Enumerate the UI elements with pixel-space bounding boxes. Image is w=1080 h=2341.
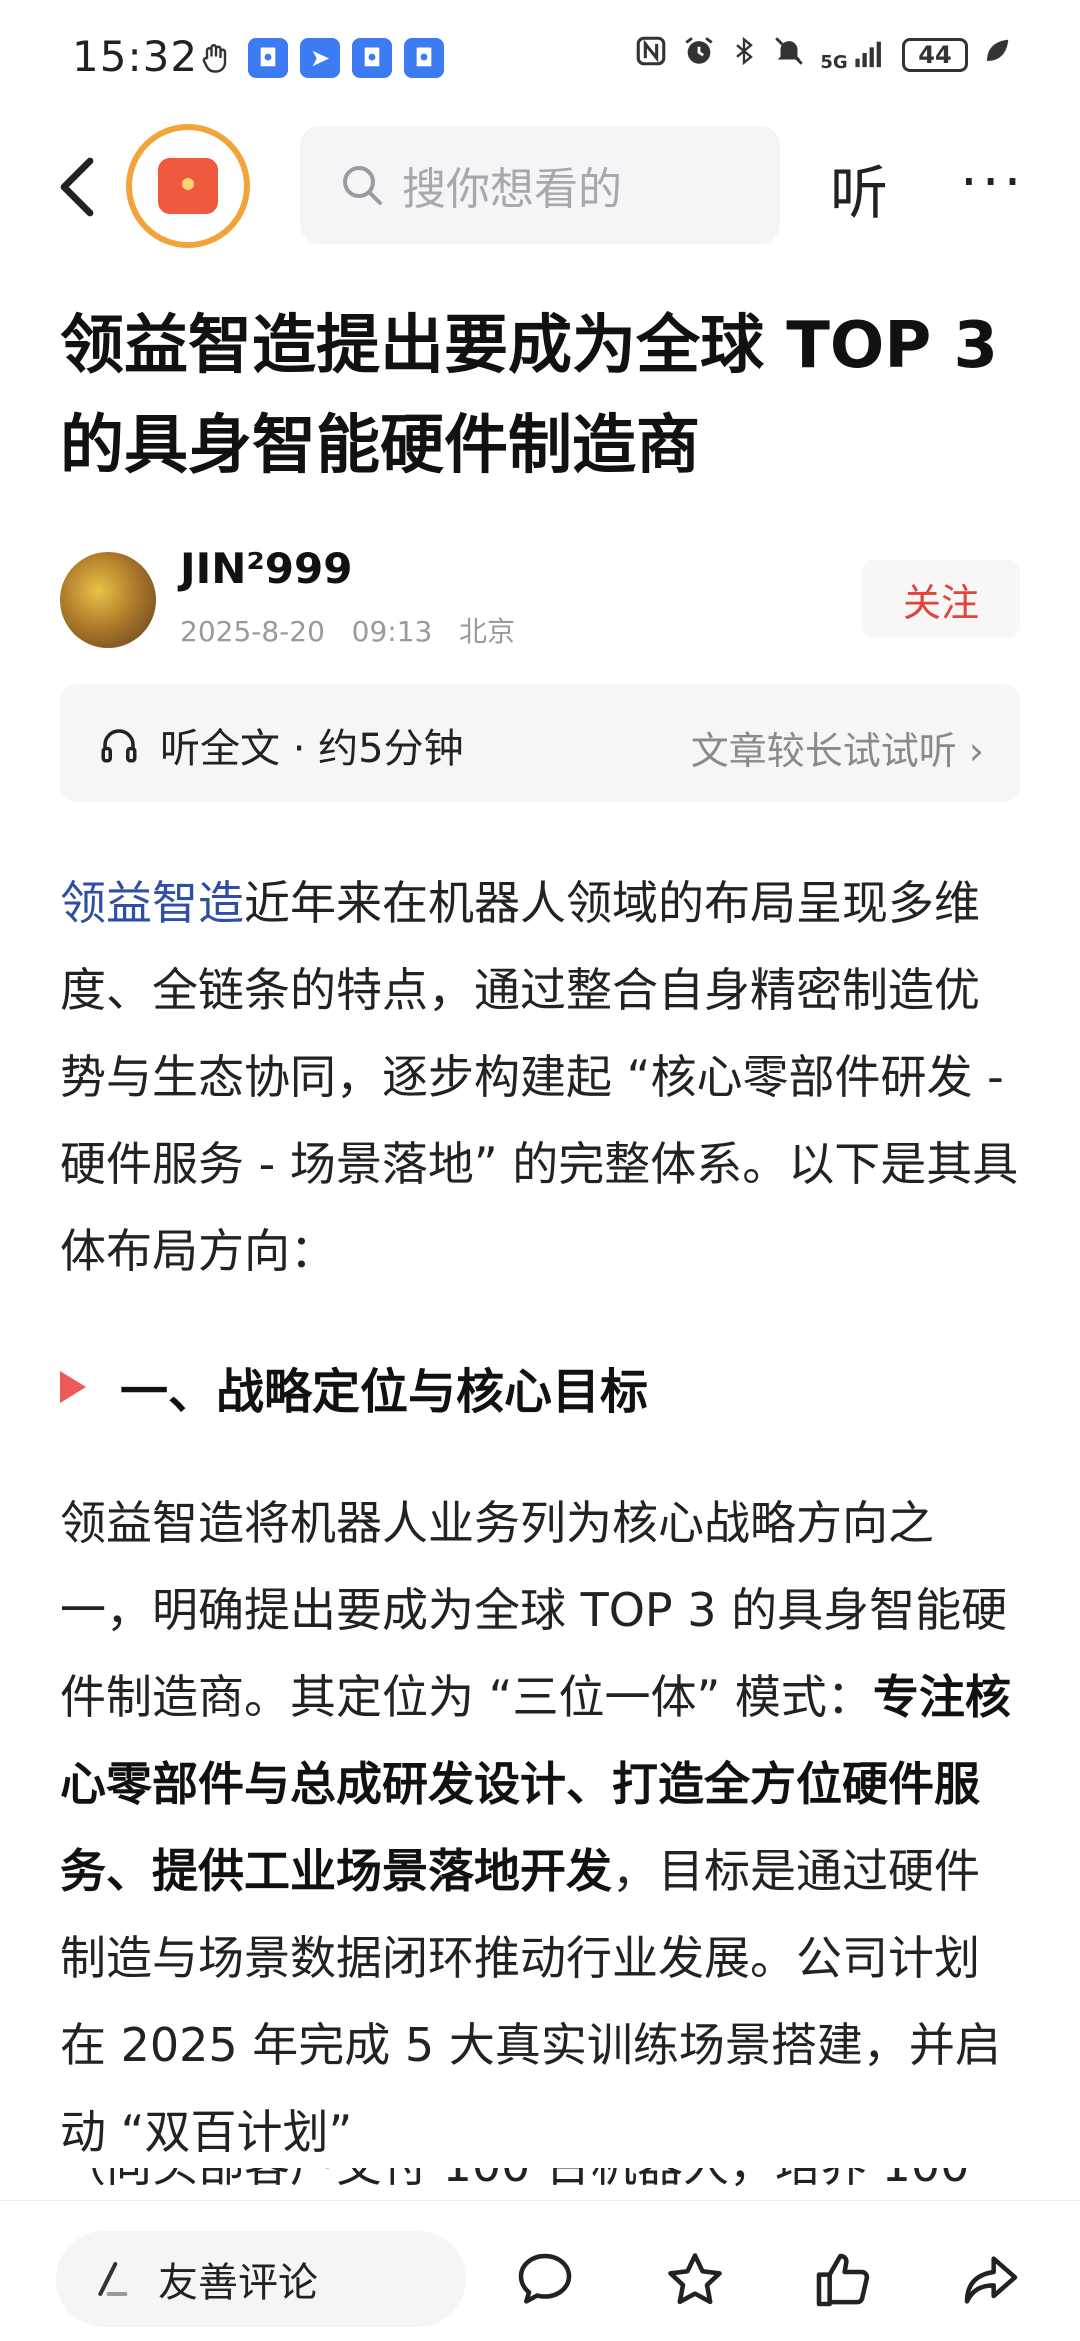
notification-icons: ◘ ➤ ◘ ◘ bbox=[196, 38, 444, 78]
hand-gesture-icon bbox=[196, 38, 236, 78]
section-title: 一、战略定位与核心目标 bbox=[120, 1364, 649, 1420]
favorite-button[interactable] bbox=[660, 2245, 730, 2315]
chevron-left-icon bbox=[60, 157, 94, 217]
bottom-action-bar: 友善评论 bbox=[0, 2200, 1080, 2341]
publish-location: 北京 bbox=[459, 615, 516, 648]
triangle-marker-icon bbox=[60, 1371, 86, 1403]
comment-input[interactable]: 友善评论 bbox=[56, 2231, 466, 2327]
signal-5g-icon: 5G bbox=[820, 38, 888, 72]
author-avatar[interactable] bbox=[60, 552, 156, 648]
section-heading: 一、战略定位与核心目标 bbox=[60, 1352, 648, 1422]
article-paragraph: 领益智造将机器人业务列为核心战略方向之一，明确提出要成为全球 TOP 3 的具身… bbox=[60, 1480, 1022, 2176]
comment-placeholder: 友善评论 bbox=[158, 2260, 318, 2306]
app-notification-icon: ◘ bbox=[248, 38, 288, 78]
comment-button[interactable] bbox=[510, 2245, 580, 2315]
publish-time: 09:13 bbox=[351, 615, 433, 648]
publish-meta: 2025-8-20 09:13 北京 bbox=[180, 610, 515, 650]
listen-full-text: 听全文 · 约5分钟 bbox=[98, 716, 464, 774]
author-name[interactable]: JIN²999 bbox=[180, 544, 352, 593]
share-button[interactable] bbox=[956, 2245, 1026, 2315]
top-nav: 搜你想看的 听 ··· bbox=[0, 120, 1080, 250]
thumbs-up-icon bbox=[816, 2253, 870, 2307]
search-icon bbox=[338, 160, 388, 210]
network-type: 5G bbox=[820, 52, 848, 73]
system-icons: 5G 44 bbox=[634, 34, 1012, 76]
paragraph-text: 领益智造将机器人业务列为核心战略方向之一，明确提出要成为全球 TOP 3 的具身… bbox=[60, 1496, 1008, 1724]
listen-full-text-bar[interactable]: 听全文 · 约5分钟 文章较长试试听 › bbox=[60, 684, 1020, 802]
listen-duration-label: 听全文 · 约5分钟 bbox=[160, 726, 464, 772]
listen-button[interactable]: 听 bbox=[830, 146, 888, 230]
alarm-icon bbox=[682, 34, 716, 76]
more-options-button[interactable]: ··· bbox=[960, 150, 1025, 215]
battery-level: 44 bbox=[918, 41, 952, 69]
battery-icon: 44 bbox=[902, 38, 968, 72]
company-link[interactable]: 领益智造 bbox=[60, 876, 244, 930]
back-button[interactable] bbox=[46, 152, 106, 222]
app-logo[interactable] bbox=[126, 124, 250, 248]
red-packet-icon bbox=[145, 143, 231, 229]
bluetooth-icon bbox=[730, 34, 758, 76]
app-notification-icon: ◘ bbox=[352, 38, 392, 78]
try-listen-link[interactable]: 文章较长试试听 › bbox=[691, 720, 984, 775]
pen-icon bbox=[92, 2257, 136, 2301]
follow-button[interactable]: 关注 bbox=[862, 560, 1020, 638]
article-paragraph: 领益智造近年来在机器人领域的布局呈现多维度、全链条的特点，通过整合自身精密制造优… bbox=[60, 860, 1022, 1295]
search-bar[interactable]: 搜你想看的 bbox=[300, 126, 780, 244]
paragraph-text: 近年来在机器人领域的布局呈现多维度、全链条的特点，通过整合自身精密制造优势与生态… bbox=[60, 876, 1019, 1278]
navigation-app-icon: ➤ bbox=[300, 38, 340, 78]
star-icon bbox=[668, 2253, 722, 2305]
publish-date: 2025-8-20 bbox=[180, 615, 325, 648]
comment-bubble-icon bbox=[518, 2253, 572, 2304]
article-title: 领益智造提出要成为全球 TOP 3 的具身智能硬件制造商 bbox=[60, 309, 999, 483]
app-notification-icon: ◘ bbox=[404, 38, 444, 78]
search-placeholder: 搜你想看的 bbox=[402, 164, 622, 215]
like-button[interactable] bbox=[808, 2245, 878, 2315]
status-time: 15:32 bbox=[72, 32, 199, 81]
status-bar: 15:32 ◘ ➤ ◘ ◘ 5G 44 bbox=[0, 0, 1080, 118]
mute-bell-icon bbox=[772, 34, 806, 76]
share-arrow-icon bbox=[964, 2256, 1018, 2304]
headphone-icon bbox=[98, 723, 142, 767]
leaf-icon bbox=[982, 36, 1012, 74]
nfc-icon bbox=[634, 34, 668, 76]
